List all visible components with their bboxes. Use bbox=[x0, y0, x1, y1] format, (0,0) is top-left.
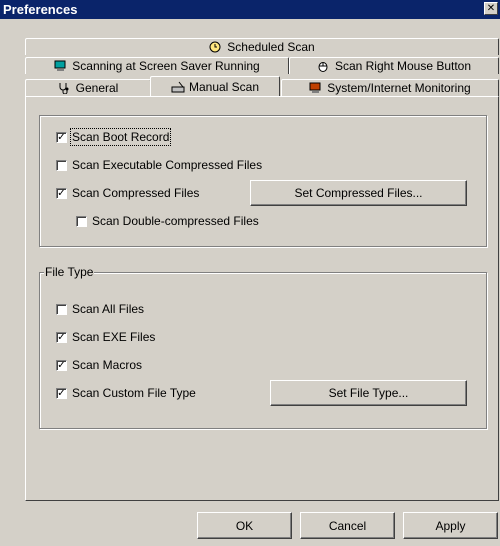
tab-screen-saver[interactable]: Scanning at Screen Saver Running bbox=[25, 57, 289, 74]
close-icon: ✕ bbox=[486, 3, 496, 14]
tab-label: Scheduled Scan bbox=[227, 40, 315, 54]
tab-label: System/Internet Monitoring bbox=[327, 81, 471, 95]
custom-file-type-label: Scan Custom File Type bbox=[72, 386, 196, 400]
exe-files-option[interactable]: ✓ Scan EXE Files bbox=[56, 330, 155, 344]
manual-scan-panel: ✓ Scan Boot Record Scan Executable Compr… bbox=[25, 96, 499, 501]
macros-checkbox[interactable]: ✓ bbox=[56, 359, 67, 371]
file-type-group: File Type Scan All Files ✓ Scan EXE File… bbox=[39, 265, 487, 429]
mouse-icon bbox=[317, 60, 329, 72]
tab-label: Scan Right Mouse Button bbox=[334, 59, 472, 73]
file-type-legend: File Type bbox=[44, 265, 95, 279]
boot-record-label: Scan Boot Record bbox=[69, 128, 172, 146]
compressed-option[interactable]: ✓ Scan Compressed Files bbox=[56, 186, 199, 200]
tab-label: Manual Scan bbox=[188, 79, 260, 94]
tab-right-mouse[interactable]: Scan Right Mouse Button bbox=[289, 57, 499, 74]
executable-compressed-checkbox[interactable] bbox=[56, 159, 67, 171]
double-compressed-option[interactable]: Scan Double-compressed Files bbox=[76, 214, 259, 228]
ok-button[interactable]: OK bbox=[197, 512, 292, 539]
scan-options-group: ✓ Scan Boot Record Scan Executable Compr… bbox=[39, 115, 487, 247]
set-file-type-button[interactable]: Set File Type... bbox=[270, 380, 467, 406]
monitor-icon bbox=[309, 82, 321, 94]
compressed-checkbox[interactable]: ✓ bbox=[56, 187, 67, 199]
all-files-option[interactable]: Scan All Files bbox=[56, 302, 144, 316]
custom-file-type-option[interactable]: ✓ Scan Custom File Type bbox=[56, 386, 196, 400]
all-files-label: Scan All Files bbox=[72, 302, 145, 316]
tab-label: General bbox=[75, 81, 119, 95]
tab-scheduled-scan[interactable]: Scheduled Scan bbox=[25, 38, 499, 55]
title-bar: Preferences ✕ bbox=[0, 0, 500, 19]
clock-icon bbox=[209, 41, 221, 53]
tab-system-monitoring[interactable]: System/Internet Monitoring bbox=[281, 79, 499, 96]
executable-compressed-option[interactable]: Scan Executable Compressed Files bbox=[56, 158, 262, 172]
custom-file-type-checkbox[interactable]: ✓ bbox=[56, 387, 67, 399]
exe-files-checkbox[interactable]: ✓ bbox=[56, 331, 67, 343]
tab-label: Scanning at Screen Saver Running bbox=[72, 59, 260, 73]
scanner-icon bbox=[171, 81, 185, 93]
compressed-label: Scan Compressed Files bbox=[72, 186, 200, 200]
double-compressed-label: Scan Double-compressed Files bbox=[92, 214, 259, 228]
macros-label: Scan Macros bbox=[72, 358, 143, 372]
apply-button[interactable]: Apply bbox=[403, 512, 498, 539]
boot-record-option[interactable]: ✓ Scan Boot Record bbox=[56, 128, 172, 146]
set-compressed-files-button[interactable]: Set Compressed Files... bbox=[250, 180, 467, 206]
window-title: Preferences bbox=[3, 2, 78, 17]
cancel-button[interactable]: Cancel bbox=[300, 512, 395, 539]
boot-record-checkbox[interactable]: ✓ bbox=[56, 131, 67, 143]
close-button[interactable]: ✕ bbox=[484, 2, 498, 15]
monitor-icon bbox=[54, 60, 66, 72]
double-compressed-checkbox[interactable] bbox=[76, 215, 87, 227]
tab-manual-scan[interactable]: Manual Scan bbox=[150, 76, 280, 96]
all-files-checkbox[interactable] bbox=[56, 303, 67, 315]
macros-option[interactable]: ✓ Scan Macros bbox=[56, 358, 142, 372]
exe-files-label: Scan EXE Files bbox=[72, 330, 156, 344]
stethoscope-icon bbox=[58, 82, 70, 95]
executable-compressed-label: Scan Executable Compressed Files bbox=[72, 158, 263, 172]
tab-general[interactable]: General bbox=[25, 79, 151, 96]
